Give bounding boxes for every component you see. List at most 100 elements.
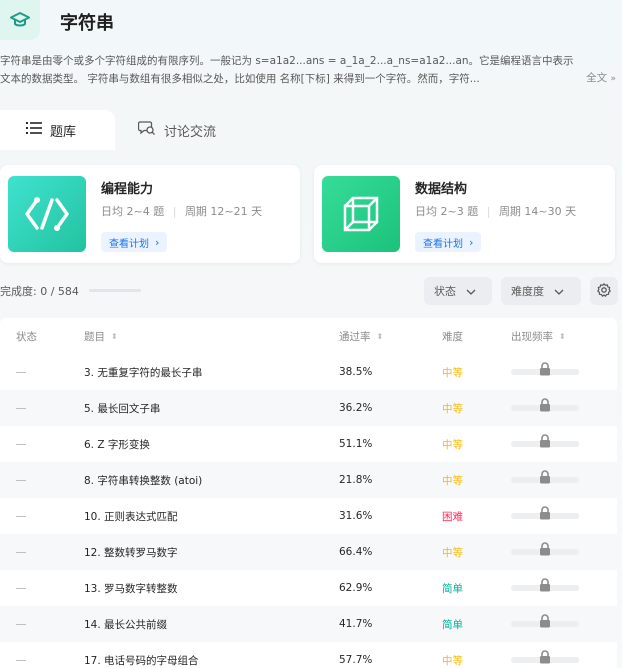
tab-problems[interactable]: 题库 — [0, 110, 115, 150]
header-difficulty: 难度 — [442, 318, 463, 354]
header-title[interactable]: 题目 ⬍ — [84, 318, 118, 354]
difficulty-label: 中等 — [442, 474, 463, 487]
difficulty-cell: 简单 — [442, 606, 463, 642]
status-cell — [16, 642, 26, 668]
difficulty-cell: 困难 — [442, 498, 463, 534]
plan-title: 数据结构 — [415, 182, 468, 197]
table-row[interactable]: 6. Z 字形变换 51.1% 中等 — [0, 426, 617, 462]
view-plan-button[interactable]: 查看计划 › — [101, 232, 168, 252]
table-row[interactable]: 17. 电话号码的字母组合 57.7% 中等 — [0, 642, 617, 668]
difficulty-cell: 中等 — [442, 534, 463, 570]
table-row[interactable]: 8. 字符串转换整数 (atoi) 21.8% 中等 — [0, 462, 617, 498]
frequency-cell[interactable] — [511, 354, 579, 390]
problem-title-link[interactable]: 17. 电话号码的字母组合 — [84, 642, 199, 668]
lock-icon — [539, 362, 551, 379]
expand-description-link[interactable]: 全文 » — [586, 70, 616, 85]
status-cell — [16, 390, 26, 426]
header-frequency[interactable]: 出现频率 ⬍ — [511, 318, 566, 354]
plan-meta: 日均 2~4 题 | 周期 12~21 天 — [101, 205, 263, 218]
unattempted-dash — [16, 551, 26, 553]
acceptance-rate-value: 36.2% — [339, 402, 373, 414]
plan-card-programming[interactable]: 编程能力 日均 2~4 题 | 周期 12~21 天 查看计划 › — [0, 165, 300, 263]
problem-title-link[interactable]: 8. 字符串转换整数 (atoi) — [84, 462, 202, 498]
difficulty-cell: 中等 — [442, 390, 463, 426]
frequency-cell[interactable] — [511, 570, 579, 606]
frequency-bar — [511, 542, 579, 556]
chevron-right-icon: › — [155, 235, 160, 249]
tab-discussion[interactable]: 讨论交流 — [137, 110, 217, 150]
difficulty-filter-dropdown[interactable]: 难度度 — [501, 277, 581, 305]
table-row[interactable]: 10. 正则表达式匹配 31.6% 困难 — [0, 498, 617, 534]
frequency-cell[interactable] — [511, 426, 579, 462]
acceptance-rate: 36.2% — [339, 390, 372, 426]
plan-card-data-structures[interactable]: 数据结构 日均 2~3 题 | 周期 14~30 天 查看计划 › — [314, 165, 615, 263]
unattempted-dash — [16, 443, 26, 445]
graduation-cap-icon — [0, 0, 40, 40]
view-plan-label: 查看计划 — [423, 238, 463, 250]
lock-icon — [539, 542, 551, 559]
unattempted-dash — [16, 515, 26, 517]
difficulty-cell: 中等 — [442, 426, 463, 462]
view-plan-button[interactable]: 查看计划 › — [415, 232, 482, 252]
status-filter-dropdown[interactable]: 状态 — [424, 277, 492, 305]
unattempted-dash — [16, 659, 26, 661]
page-header: 字符串 — [0, 0, 622, 44]
expand-label: 全文 — [586, 72, 608, 84]
table-row[interactable]: 12. 整数转罗马数字 66.4% 中等 — [0, 534, 617, 570]
problem-title-link[interactable]: 13. 罗马数字转整数 — [84, 570, 178, 606]
status-cell — [16, 606, 26, 642]
problem-title: 12. 整数转罗马数字 — [84, 546, 178, 559]
tab-bar: 题库 讨论交流 — [0, 110, 622, 150]
lock-icon — [539, 506, 551, 523]
frequency-cell[interactable] — [511, 642, 579, 668]
status-cell — [16, 426, 26, 462]
page-title: 字符串 — [60, 13, 114, 34]
view-plan-label: 查看计划 — [109, 238, 149, 250]
acceptance-rate: 38.5% — [339, 354, 372, 390]
difficulty-cell: 中等 — [442, 642, 463, 668]
frequency-bar — [511, 398, 579, 412]
plan-title: 编程能力 — [101, 182, 154, 197]
acceptance-rate-value: 57.7% — [339, 654, 373, 666]
status-filter-label: 状态 — [434, 285, 456, 298]
difficulty-cell: 中等 — [442, 462, 463, 498]
header-rate[interactable]: 通过率 ⬍ — [339, 318, 383, 354]
frequency-cell[interactable] — [511, 606, 579, 642]
problem-title-link[interactable]: 12. 整数转罗马数字 — [84, 534, 178, 570]
difficulty-label: 中等 — [442, 366, 463, 379]
table-row[interactable]: 14. 最长公共前缀 41.7% 简单 — [0, 606, 617, 642]
problem-title: 14. 最长公共前缀 — [84, 618, 168, 631]
difficulty-label: 中等 — [442, 402, 463, 415]
acceptance-rate: 62.9% — [339, 570, 372, 606]
problem-title-link[interactable]: 14. 最长公共前缀 — [84, 606, 167, 642]
frequency-bar — [511, 470, 579, 484]
problem-title-link[interactable]: 5. 最长回文子串 — [84, 390, 160, 426]
problem-title: 13. 罗马数字转整数 — [84, 582, 178, 595]
unattempted-dash — [16, 407, 26, 409]
sort-icon: ⬍ — [559, 331, 566, 341]
frequency-cell[interactable] — [511, 498, 579, 534]
tab-label: 讨论交流 — [164, 124, 217, 140]
frequency-cell[interactable] — [511, 534, 579, 570]
plan-meta: 日均 2~3 题 | 周期 14~30 天 — [415, 205, 577, 218]
frequency-cell[interactable] — [511, 462, 579, 498]
table-row[interactable]: 3. 无重复字符的最长子串 38.5% 中等 — [0, 354, 617, 390]
problem-title-link[interactable]: 6. Z 字形变换 — [84, 426, 150, 462]
status-cell — [16, 534, 26, 570]
settings-button[interactable] — [590, 277, 618, 305]
topic-description: 字符串是由零个或多个字符组成的有限序列。一般记为 s=a1a2...ans = … — [0, 52, 618, 88]
status-cell — [16, 354, 26, 390]
table-row[interactable]: 13. 罗马数字转整数 62.9% 简单 — [0, 570, 617, 606]
frequency-bar — [511, 614, 579, 628]
table-row[interactable]: 5. 最长回文子串 36.2% 中等 — [0, 390, 617, 426]
header-status: 状态 — [16, 318, 37, 354]
status-cell — [16, 462, 26, 498]
problem-title-link[interactable]: 3. 无重复字符的最长子串 — [84, 354, 202, 390]
problem-title-link[interactable]: 10. 正则表达式匹配 — [84, 498, 178, 534]
header-frequency-label: 出现频率 — [511, 330, 553, 343]
acceptance-rate-value: 41.7% — [339, 618, 373, 630]
acceptance-rate-value: 66.4% — [339, 546, 373, 558]
sort-icon: ⬍ — [111, 331, 118, 341]
problem-title: 8. 字符串转换整数 (atoi) — [84, 474, 203, 487]
frequency-cell[interactable] — [511, 390, 579, 426]
